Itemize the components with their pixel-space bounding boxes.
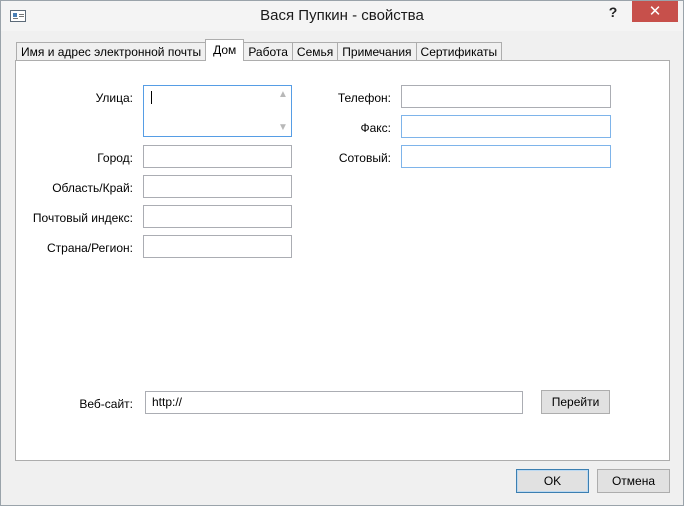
tab-notes[interactable]: Примечания	[337, 42, 417, 61]
tab-strip: Имя и адрес электронной почты Дом Работа…	[16, 39, 503, 61]
website-label: Веб-сайт:	[79, 397, 133, 411]
ok-button[interactable]: OK	[516, 469, 589, 493]
tab-certificates[interactable]: Сертификаты	[415, 42, 503, 61]
text-caret	[151, 91, 152, 104]
zip-label: Почтовый индекс:	[32, 211, 133, 225]
website-field[interactable]: http://	[145, 391, 523, 414]
window-title: Вася Пупкин - свойства	[260, 7, 424, 24]
fax-field[interactable]	[401, 115, 611, 138]
country-label: Страна/Регион:	[46, 241, 133, 255]
phone-label: Телефон:	[337, 91, 391, 105]
street-textarea[interactable]: ▲ ▼	[143, 85, 292, 137]
chevron-up-icon[interactable]: ▲	[276, 88, 290, 102]
country-field[interactable]	[143, 235, 292, 258]
tab-family[interactable]: Семья	[291, 42, 339, 61]
close-button[interactable]: ✕	[632, 1, 678, 22]
properties-dialog: Вася Пупкин - свойства ? ✕ Имя и адрес э…	[0, 0, 684, 506]
tab-name-email[interactable]: Имя и адрес электронной почты	[16, 42, 207, 61]
mobile-label: Сотовый:	[338, 151, 391, 165]
city-label: Город:	[97, 151, 133, 165]
tab-home[interactable]: Дом	[205, 39, 245, 61]
city-field[interactable]	[143, 145, 292, 168]
tab-work[interactable]: Работа	[243, 42, 293, 61]
street-label: Улица:	[95, 91, 133, 105]
help-button[interactable]: ?	[599, 1, 627, 23]
cancel-button[interactable]: Отмена	[597, 469, 670, 493]
fax-label: Факс:	[360, 121, 391, 135]
mobile-field[interactable]	[401, 145, 611, 168]
go-button[interactable]: Перейти	[541, 390, 610, 414]
zip-field[interactable]	[143, 205, 292, 228]
phone-field[interactable]	[401, 85, 611, 108]
title-bar[interactable]: Вася Пупкин - свойства ? ✕	[1, 1, 683, 31]
region-label: Область/Край:	[52, 181, 133, 195]
chevron-down-icon[interactable]: ▼	[276, 121, 290, 135]
region-field[interactable]	[143, 175, 292, 198]
